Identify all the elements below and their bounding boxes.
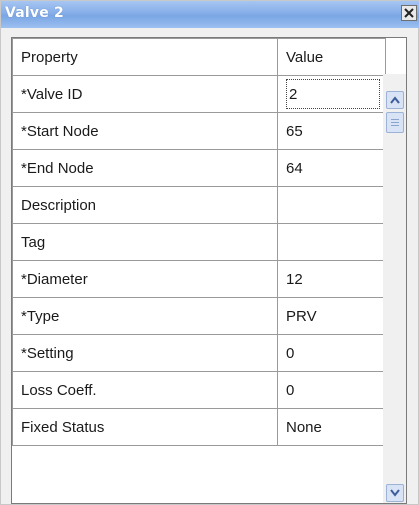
property-value[interactable] bbox=[277, 186, 386, 224]
thumb-grip-line bbox=[391, 119, 399, 120]
property-value[interactable]: PRV bbox=[277, 297, 386, 335]
property-name: *Diameter bbox=[12, 260, 278, 298]
property-name: *Type bbox=[12, 297, 278, 335]
property-editor-window: Valve 2 Property Value *Valve ID 2 *Star… bbox=[0, 0, 419, 505]
property-value[interactable]: 12 bbox=[277, 260, 386, 298]
table-row[interactable]: Loss Coeff. 0 bbox=[12, 371, 386, 409]
window-title: Valve 2 bbox=[5, 5, 64, 21]
column-header-value[interactable]: Value bbox=[277, 38, 386, 76]
property-name: Loss Coeff. bbox=[12, 371, 278, 409]
close-icon bbox=[404, 8, 414, 18]
property-name: Fixed Status bbox=[12, 408, 278, 446]
scroll-up-button[interactable] bbox=[386, 91, 404, 109]
property-value[interactable]: 0 bbox=[277, 371, 386, 409]
property-value[interactable] bbox=[277, 223, 386, 261]
scroll-thumb[interactable] bbox=[386, 112, 404, 133]
property-value[interactable]: 0 bbox=[277, 334, 386, 372]
scroll-down-arrow-icon bbox=[390, 489, 400, 497]
property-name: *Start Node bbox=[12, 112, 278, 150]
table-row[interactable]: *Diameter 12 bbox=[12, 260, 386, 298]
header-row: Property Value bbox=[12, 38, 386, 76]
table-row[interactable]: *End Node 64 bbox=[12, 149, 386, 187]
vertical-scrollbar[interactable] bbox=[383, 74, 406, 503]
property-name: *End Node bbox=[12, 149, 278, 187]
table-row[interactable]: *Start Node 65 bbox=[12, 112, 386, 150]
table-row[interactable]: *Valve ID 2 bbox=[12, 75, 386, 113]
property-name: *Valve ID bbox=[12, 75, 278, 113]
property-grid: Property Value *Valve ID 2 *Start Node 6… bbox=[11, 37, 407, 504]
scroll-down-button[interactable] bbox=[386, 484, 404, 502]
table-row[interactable]: Fixed Status None bbox=[12, 408, 386, 446]
table-row[interactable]: *Setting 0 bbox=[12, 334, 386, 372]
property-value-cell[interactable]: 2 bbox=[277, 75, 386, 113]
property-value[interactable]: None bbox=[277, 408, 386, 446]
valve-id-input[interactable]: 2 bbox=[286, 79, 380, 109]
table-row[interactable]: Tag bbox=[12, 223, 386, 261]
close-button[interactable] bbox=[401, 5, 417, 21]
property-table: Property Value *Valve ID 2 *Start Node 6… bbox=[12, 38, 386, 446]
thumb-grip-line bbox=[391, 125, 399, 126]
table-row[interactable]: *Type PRV bbox=[12, 297, 386, 335]
property-name: Description bbox=[12, 186, 278, 224]
title-bar[interactable]: Valve 2 bbox=[1, 1, 419, 28]
thumb-grip-line bbox=[391, 122, 399, 123]
property-value[interactable]: 65 bbox=[277, 112, 386, 150]
scroll-up-arrow-icon bbox=[390, 96, 400, 104]
property-value[interactable]: 64 bbox=[277, 149, 386, 187]
property-name: *Setting bbox=[12, 334, 278, 372]
table-row[interactable]: Description bbox=[12, 186, 386, 224]
property-name: Tag bbox=[12, 223, 278, 261]
column-header-property[interactable]: Property bbox=[12, 38, 278, 76]
